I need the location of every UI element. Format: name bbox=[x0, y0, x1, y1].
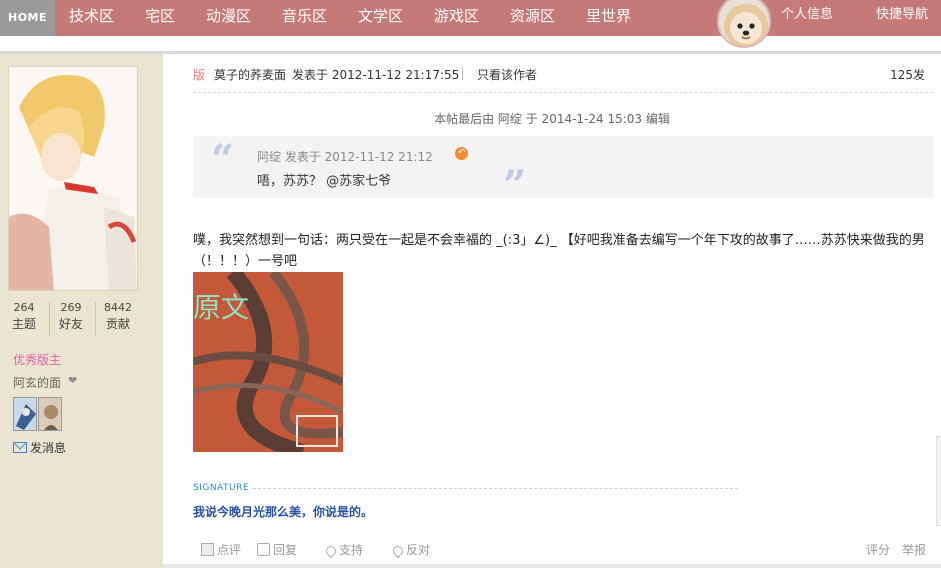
header-separator bbox=[462, 67, 463, 80]
support-button[interactable]: 支持 bbox=[323, 541, 364, 559]
send-message-link[interactable]: 发消息 bbox=[30, 439, 66, 456]
envelope-icon[interactable] bbox=[13, 442, 27, 453]
support-label: 支持 bbox=[339, 543, 364, 557]
signature-divider bbox=[253, 488, 738, 489]
stat-friends[interactable]: 269 好友 bbox=[50, 300, 92, 332]
stat-contribution-label: 贡献 bbox=[105, 317, 130, 331]
comment-label: 点评 bbox=[217, 543, 242, 557]
stat-topics-count: 264 bbox=[13, 301, 35, 314]
stat-contribution-count: 8442 bbox=[104, 301, 132, 314]
comment-icon bbox=[201, 543, 214, 556]
reply-button[interactable]: 回复 bbox=[257, 541, 297, 558]
nav-item-inner-world[interactable]: 里世界 bbox=[586, 0, 631, 36]
top-navigation: HOME 技术区 宅区 动漫区 音乐区 文学区 游戏区 资源区 里世界 个人信息… bbox=[0, 0, 941, 48]
heart-icon: ❤ bbox=[68, 374, 78, 387]
quote-close-icon: ” bbox=[503, 162, 527, 209]
medal-text: 阿玄的面 bbox=[13, 376, 62, 390]
nav-item-resource[interactable]: 资源区 bbox=[510, 0, 555, 36]
bottom-divider bbox=[163, 564, 941, 568]
stat-contribution[interactable]: 8442 贡献 bbox=[97, 300, 139, 332]
stat-topics[interactable]: 264 主题 bbox=[3, 300, 45, 332]
report-button[interactable]: 举报 bbox=[902, 541, 926, 558]
edit-note: 本帖最后由 阿绽 于 2014-1-24 15:03 编辑 bbox=[434, 112, 670, 126]
oppose-icon bbox=[390, 543, 406, 559]
comment-button[interactable]: 点评 bbox=[201, 541, 241, 558]
post-time: 发表于 2012-11-12 21:17:55 bbox=[292, 68, 460, 82]
author-stats: 264 主题 269 好友 8442 贡献 bbox=[0, 300, 163, 340]
oppose-label: 反对 bbox=[406, 543, 431, 557]
author-panel: 264 主题 269 好友 8442 贡献 优秀版主 阿玄的面 ❤ 发消息 bbox=[0, 54, 163, 568]
medal-badge[interactable] bbox=[38, 397, 62, 431]
quote-author: 阿绽 发表于 2012-11-12 21:12 bbox=[257, 150, 433, 164]
stat-friends-label: 好友 bbox=[58, 317, 83, 331]
medal-badge[interactable] bbox=[13, 397, 37, 431]
quote-open-icon: “ bbox=[211, 136, 235, 183]
only-author-link[interactable]: 只看该作者 bbox=[477, 66, 537, 83]
floor-number[interactable]: 125发 bbox=[890, 66, 925, 83]
oppose-button[interactable]: 反对 bbox=[390, 541, 431, 559]
nav-quick-navigation[interactable]: 快捷导航 bbox=[876, 0, 928, 36]
nav-item-anime[interactable]: 动漫区 bbox=[206, 0, 251, 36]
stat-divider bbox=[95, 302, 96, 336]
nav-home[interactable]: HOME bbox=[0, 0, 55, 36]
post-body-text: 噗，我突然想到一句话：两只受在一起是不会幸福的 _(:3」∠)_ 【好吧我准备去… bbox=[193, 233, 925, 269]
jump-to-post-icon[interactable]: ↶ bbox=[455, 147, 468, 160]
author-role[interactable]: 优秀版主 bbox=[13, 351, 61, 368]
nav-item-game[interactable]: 游戏区 bbox=[434, 0, 479, 36]
post-content: 版 莫子的荞麦面 发表于 2012-11-12 21:17:55 只看该作者 1… bbox=[163, 54, 941, 568]
signature-label: SIGNATURE bbox=[193, 483, 250, 493]
rate-button[interactable]: 评分 bbox=[866, 541, 890, 558]
support-icon bbox=[323, 543, 339, 559]
nav-item-otaku[interactable]: 宅区 bbox=[145, 0, 175, 36]
forum-page: HOME 技术区 宅区 动漫区 音乐区 文学区 游戏区 资源区 里世界 个人信息… bbox=[0, 0, 941, 568]
scroll-handle[interactable] bbox=[936, 436, 941, 526]
image-caption: 原文 bbox=[193, 291, 250, 324]
quote-block: “ 阿绽 发表于 2012-11-12 21:12 ↶ 唔，苏苏？ @苏家七爷 … bbox=[193, 136, 933, 209]
attached-image[interactable]: 原文 bbox=[193, 272, 343, 452]
reply-label: 回复 bbox=[273, 543, 298, 557]
signature-text: 我说今晚月光那么美，你说是的。 bbox=[193, 505, 374, 519]
nav-item-tech[interactable]: 技术区 bbox=[69, 0, 114, 36]
stat-friends-count: 269 bbox=[60, 301, 82, 314]
reply-icon bbox=[257, 543, 270, 556]
moderator-badge: 版 bbox=[193, 68, 206, 82]
stat-topics-label: 主题 bbox=[11, 317, 36, 331]
post-actions: 点评 回复 支持 反对 评分 举报 bbox=[193, 538, 933, 562]
post-header: 版 莫子的荞麦面 发表于 2012-11-12 21:17:55 只看该作者 1… bbox=[193, 66, 933, 82]
nav-item-literature[interactable]: 文学区 bbox=[358, 0, 403, 36]
quote-text: 唔，苏苏？ @苏家七爷 bbox=[257, 174, 392, 189]
post-author-link[interactable]: 莫子的荞麦面 bbox=[214, 66, 286, 83]
nav-item-music[interactable]: 音乐区 bbox=[282, 0, 327, 36]
header-dotted-divider bbox=[193, 92, 933, 93]
author-avatar[interactable] bbox=[8, 66, 138, 291]
nav-profile[interactable]: 个人信息 bbox=[781, 0, 833, 36]
